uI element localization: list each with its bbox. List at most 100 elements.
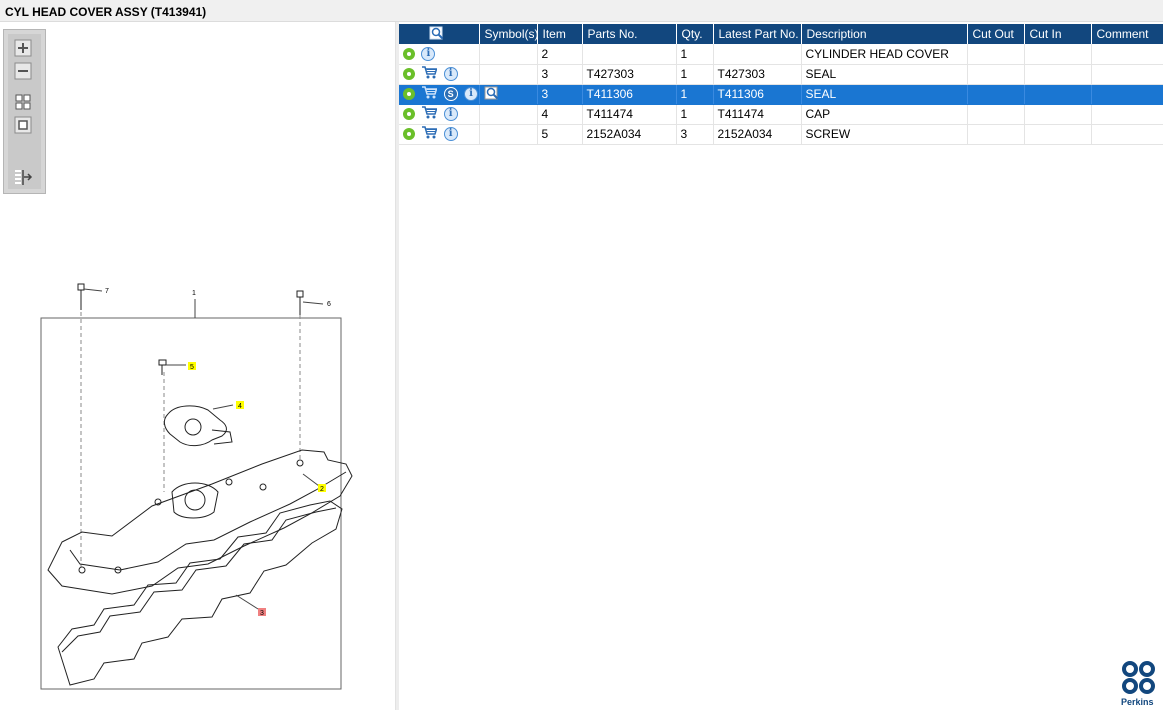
qty-cell: 1 (676, 84, 714, 105)
item-cell: 2 (537, 44, 583, 65)
cut-in-cell (1024, 44, 1092, 65)
table-row-selected[interactable]: S i 3 T411306 1 T411306 SEAL (399, 84, 1163, 105)
supersession-icon[interactable]: S (443, 87, 458, 101)
info-icon[interactable]: i (421, 47, 436, 62)
parts-list-pane: Symbol(s) Item Parts No. Qty. Latest Par… (399, 22, 1163, 710)
column-header-cut-out[interactable]: Cut Out (967, 24, 1025, 44)
parts-table: Symbol(s) Item Parts No. Qty. Latest Par… (399, 24, 1163, 145)
item-cell: 5 (537, 124, 583, 145)
cut-out-cell (967, 84, 1025, 105)
cut-in-cell (1024, 64, 1092, 85)
parts-no-cell: T411474 (582, 104, 677, 125)
qty-cell: 1 (676, 64, 714, 85)
window-title: CYL HEAD COVER ASSY (T413941) (5, 5, 207, 19)
callout-2[interactable]: 2 (320, 486, 324, 493)
description-cell: CAP (801, 104, 968, 125)
symbols-cell (479, 64, 538, 85)
row-actions: i (399, 124, 480, 145)
parts-no-cell: T427303 (582, 64, 677, 85)
column-header-parts-no[interactable]: Parts No. (582, 24, 677, 44)
item-cell: 4 (537, 104, 583, 125)
callout-7[interactable]: 7 (105, 288, 109, 295)
fit-all-icon[interactable] (12, 92, 38, 112)
symbols-cell (479, 104, 538, 125)
row-actions: i (399, 104, 480, 125)
fit-page-icon[interactable] (12, 115, 38, 135)
item-cell: 3 (537, 84, 583, 105)
latest-part-no-cell (713, 44, 802, 65)
cart-icon[interactable] (421, 66, 438, 82)
perkins-logo: Perkins (1120, 660, 1158, 707)
comment-cell (1091, 104, 1163, 125)
perkins-logo-mark (1122, 661, 1155, 694)
latest-part-no-cell: 2152A034 (713, 124, 802, 145)
row-actions: i (399, 44, 480, 65)
perkins-logo-text: Perkins (1121, 697, 1154, 707)
table-row[interactable]: i 3 T427303 1 T427303 SEAL (399, 64, 1163, 85)
cut-out-cell (967, 104, 1025, 125)
table-row[interactable]: i 4 T411474 1 T411474 CAP (399, 104, 1163, 125)
parts-no-cell: 2152A034 (582, 124, 677, 145)
callout-6[interactable]: 6 (327, 301, 331, 308)
column-header-qty[interactable]: Qty. (676, 24, 714, 44)
parts-no-cell (582, 44, 677, 65)
column-header-comment[interactable]: Comment (1091, 24, 1163, 44)
symbols-cell (479, 84, 538, 105)
symbols-cell (479, 44, 538, 65)
zoom-out-icon[interactable] (12, 61, 38, 81)
qty-cell: 1 (676, 44, 714, 65)
symbols-cell (479, 124, 538, 145)
cut-out-cell (967, 44, 1025, 65)
info-icon[interactable]: i (464, 87, 479, 101)
callout-5[interactable]: 5 (190, 364, 194, 371)
cart-icon[interactable] (421, 86, 438, 102)
document-lookup-icon[interactable] (484, 86, 500, 103)
cut-in-cell (1024, 104, 1092, 125)
cut-out-cell (967, 124, 1025, 145)
cart-icon[interactable] (421, 106, 438, 122)
callout-3[interactable]: 3 (260, 610, 264, 617)
cut-in-cell (1024, 124, 1092, 145)
gear-icon[interactable] (403, 88, 415, 100)
drawing-pane[interactable]: 7 1 6 5 4 2 3 (0, 22, 395, 710)
gear-icon[interactable] (403, 108, 415, 120)
info-icon[interactable]: i (443, 67, 458, 81)
comment-cell (1091, 124, 1163, 145)
column-header-item[interactable]: Item (537, 24, 583, 44)
cut-in-cell (1024, 84, 1092, 105)
description-cell: SEAL (801, 64, 968, 85)
column-header-cut-in[interactable]: Cut In (1024, 24, 1092, 44)
column-header-latest-part-no[interactable]: Latest Part No. (713, 24, 802, 44)
parts-no-cell: T411306 (582, 84, 677, 105)
table-row[interactable]: i 2 1 CYLINDER HEAD COVER (399, 44, 1163, 65)
table-row[interactable]: i 5 2152A034 3 2152A034 SCREW (399, 124, 1163, 145)
description-cell: SCREW (801, 124, 968, 145)
export-icon[interactable] (12, 168, 38, 188)
cart-icon[interactable] (421, 126, 438, 142)
latest-part-no-cell: T411474 (713, 104, 802, 125)
description-cell: SEAL (801, 84, 968, 105)
comment-cell (1091, 64, 1163, 85)
callout-1[interactable]: 1 (192, 290, 196, 297)
description-cell: CYLINDER HEAD COVER (801, 44, 968, 65)
gear-icon[interactable] (403, 48, 415, 61)
row-actions: S i (399, 84, 480, 105)
callout-4[interactable]: 4 (238, 403, 242, 410)
column-header-symbols[interactable]: Symbol(s) (479, 24, 539, 44)
comment-cell (1091, 44, 1163, 65)
gear-icon[interactable] (403, 128, 415, 140)
exploded-parts-drawing[interactable]: 7 1 6 5 4 2 3 (0, 252, 395, 710)
latest-part-no-cell: T411306 (713, 84, 802, 105)
qty-cell: 3 (676, 124, 714, 145)
title-bar: CYL HEAD COVER ASSY (T413941) (0, 0, 1163, 22)
qty-cell: 1 (676, 104, 714, 125)
column-header-lookup[interactable] (399, 24, 480, 44)
view-toolbar (3, 29, 46, 194)
gear-icon[interactable] (403, 68, 415, 80)
latest-part-no-cell: T427303 (713, 64, 802, 85)
info-icon[interactable]: i (443, 127, 458, 141)
zoom-in-icon[interactable] (12, 38, 38, 58)
column-header-description[interactable]: Description (801, 24, 968, 44)
info-icon[interactable]: i (443, 107, 458, 121)
cut-out-cell (967, 64, 1025, 85)
